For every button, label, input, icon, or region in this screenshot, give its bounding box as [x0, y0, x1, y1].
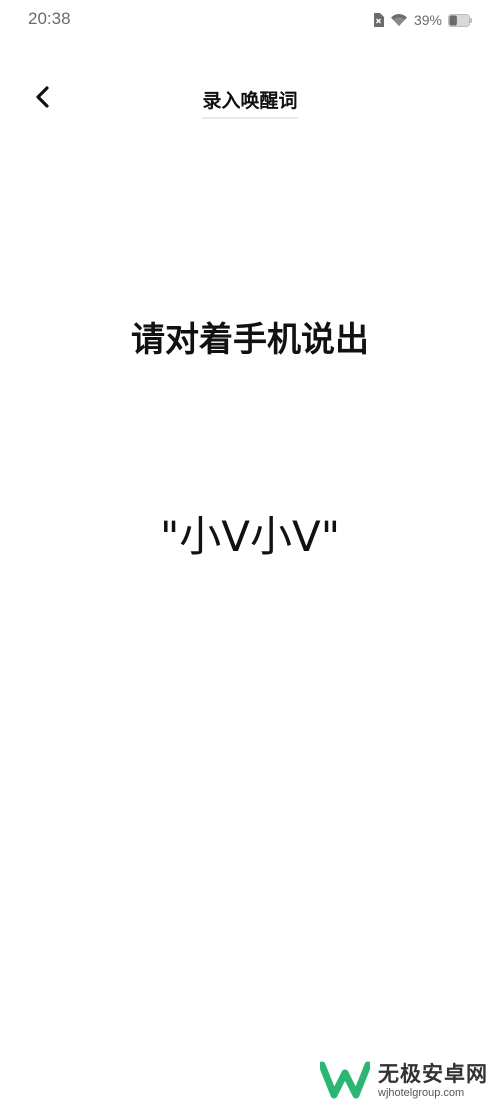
header: 录入唤醒词: [0, 70, 500, 126]
status-time: 20:38: [28, 9, 71, 28]
watermark-url: wjhotelgroup.com: [378, 1086, 465, 1099]
watermark-text: 无极安卓网 wjhotelgroup.com: [378, 1062, 488, 1099]
instruction-text: 请对着手机说出: [131, 320, 369, 360]
status-icons: 39%: [372, 10, 472, 30]
battery-icon: [448, 13, 472, 27]
sim-off-icon: [372, 13, 384, 27]
watermark-name: 无极安卓网: [378, 1062, 488, 1087]
page-title-text: 录入唤醒词: [202, 86, 298, 119]
status-bar: 20:38 39%: [0, 0, 500, 40]
watermark-logo-icon: [318, 1059, 372, 1103]
wifi-icon: [390, 13, 408, 27]
wake-word-text: "小V小V": [159, 512, 341, 561]
watermark: 无极安卓网 wjhotelgroup.com: [318, 1059, 488, 1103]
page-title: 录入唤醒词: [0, 86, 500, 119]
battery-percent: 39%: [413, 12, 442, 28]
